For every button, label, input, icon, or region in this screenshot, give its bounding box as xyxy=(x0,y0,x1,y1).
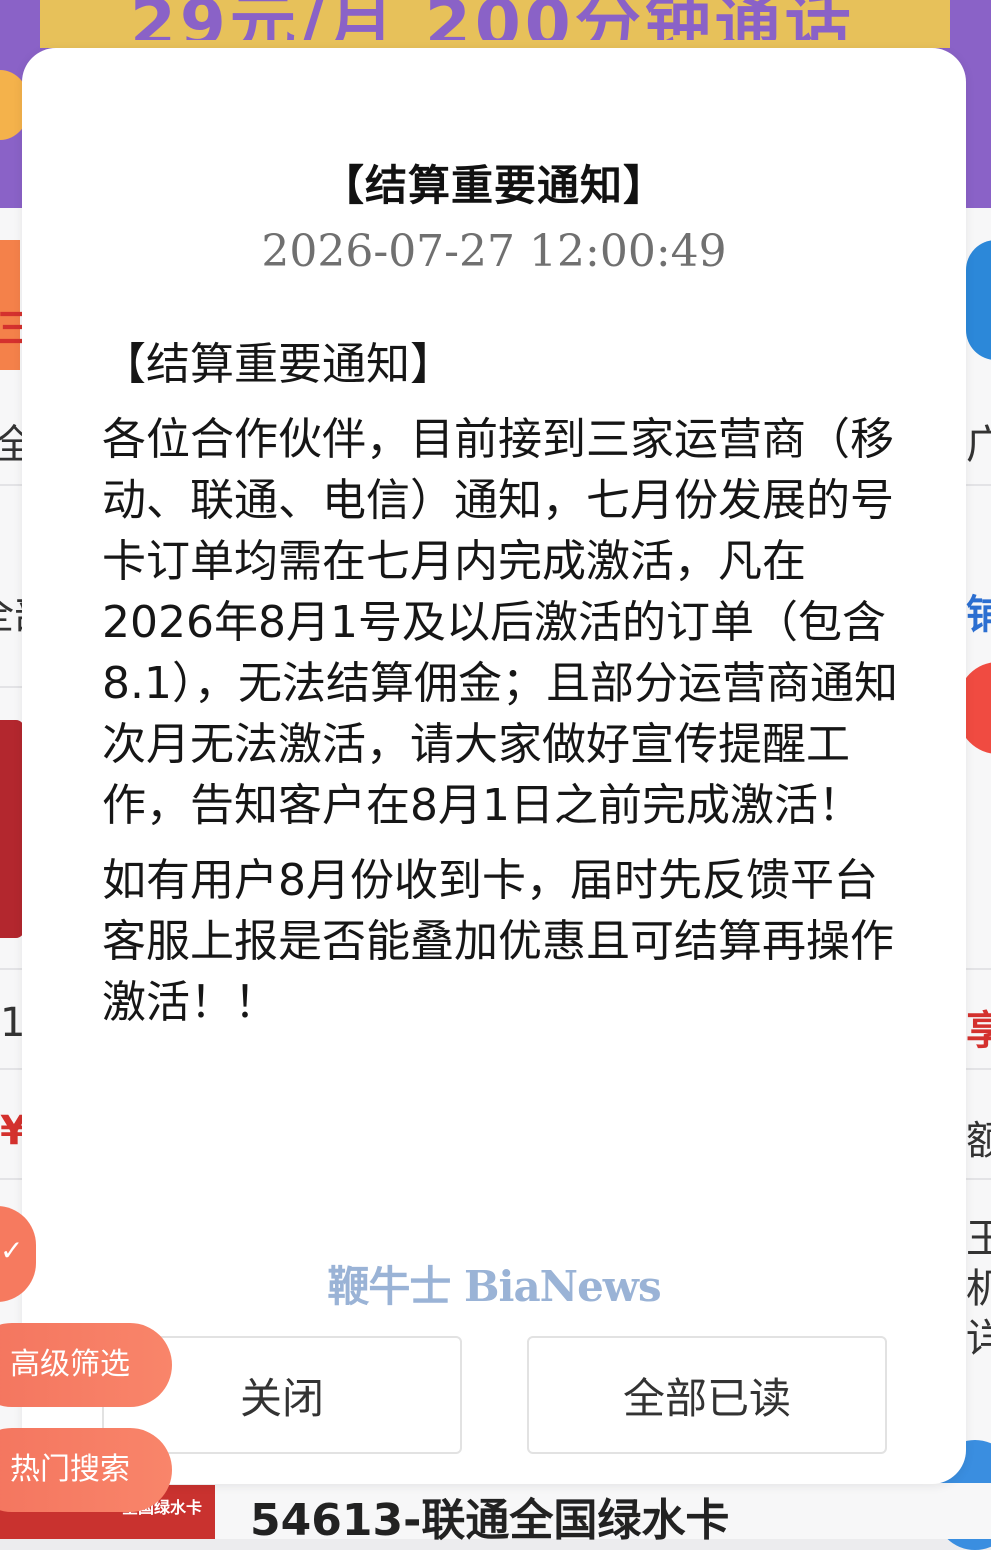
dialog-body: 【结算重要通知】 各位合作伙伴，目前接到三家运营商（移动、联通、电信）通知，七月… xyxy=(102,334,902,1047)
dialog-title: 【结算重要通知】 xyxy=(321,161,666,210)
mark-all-read-button[interactable]: 全部已读 xyxy=(527,1336,887,1454)
advanced-filter-button[interactable]: 高级筛选 xyxy=(0,1323,172,1407)
body-paragraph: 各位合作伙伴，目前接到三家运营商（移动、联通、电信）通知，七月份发展的号卡订单均… xyxy=(102,414,898,831)
body-paragraph: 如有用户8月份收到卡，届时先反馈平台客服上报是否能叠加优惠且可结算再操作激活！！ xyxy=(102,855,894,1028)
body-heading: 【结算重要通知】 xyxy=(102,339,454,390)
hot-search-label: 热门搜索 xyxy=(10,1452,130,1487)
notice-dialog: 【结算重要通知】 2026-07-27 12:00:49 【结算重要通知】 各位… xyxy=(22,48,966,1484)
filter-label: 高级筛选 xyxy=(10,1347,130,1382)
check-icon: ✓ xyxy=(0,1234,24,1267)
dialog-timestamp: 2026-07-27 12:00:49 xyxy=(261,226,727,277)
hot-search-button[interactable]: 热门搜索 xyxy=(0,1428,172,1512)
watermark-logo: 鞭牛士 BiaNews xyxy=(327,1262,661,1311)
